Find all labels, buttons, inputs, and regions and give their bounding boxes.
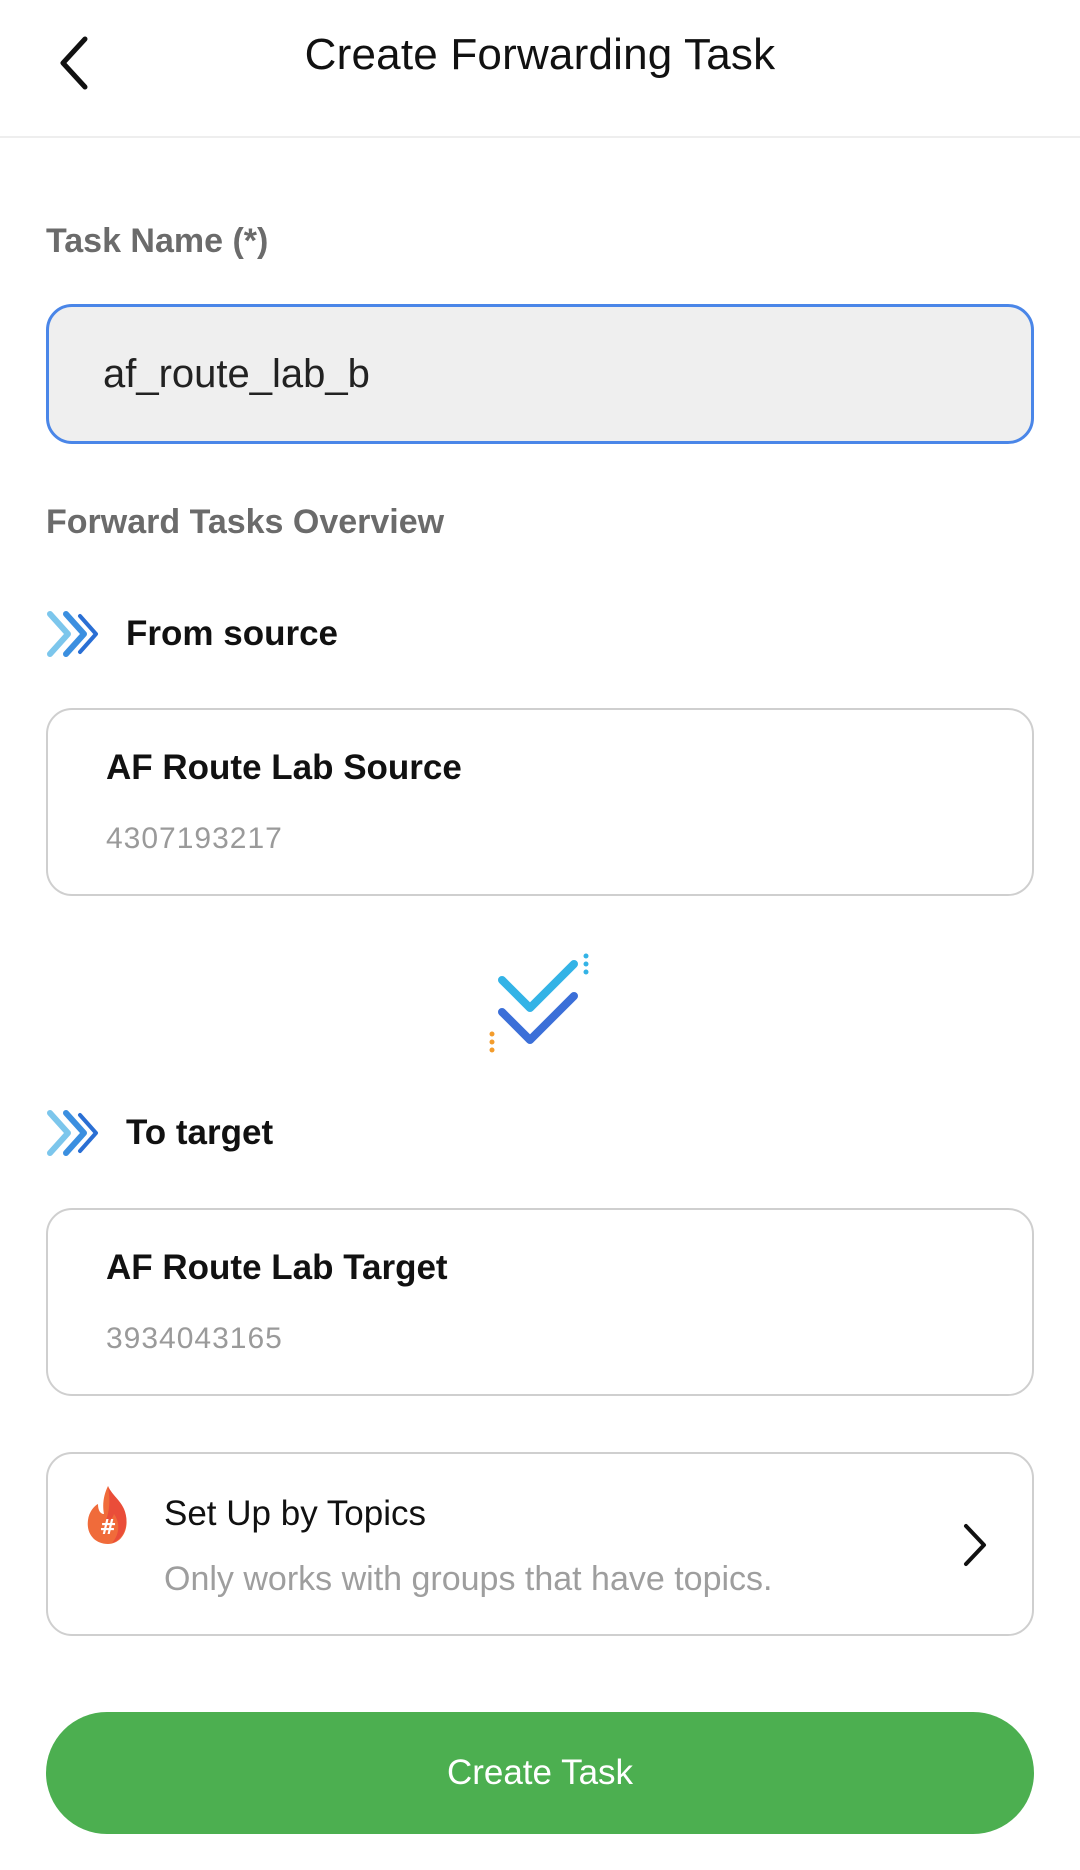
create-task-button[interactable]: Create Task: [46, 1712, 1034, 1834]
chevron-right-icon: [964, 1524, 986, 1566]
svg-text:#: #: [100, 1515, 117, 1539]
overview-label: Forward Tasks Overview: [46, 503, 445, 541]
fire-hashtag-icon: #: [87, 1486, 127, 1544]
setup-by-topics-card[interactable]: # Set Up by Topics Only works with group…: [46, 1452, 1034, 1636]
to-target-label: To target: [126, 1113, 274, 1152]
target-id: 3934043165: [106, 1322, 283, 1355]
double-chevron-right-icon: [47, 1110, 98, 1156]
source-name: AF Route Lab Source: [106, 748, 462, 787]
app-header: Create Forwarding Task: [0, 0, 1080, 138]
from-source-label: From source: [126, 614, 338, 653]
target-card[interactable]: AF Route Lab Target 3934043165: [46, 1208, 1034, 1396]
target-name: AF Route Lab Target: [106, 1248, 448, 1287]
double-chevron-right-icon: [47, 611, 98, 657]
topics-title: Set Up by Topics: [164, 1494, 426, 1533]
from-source-section: From source: [46, 604, 338, 664]
source-card[interactable]: AF Route Lab Source 4307193217: [46, 708, 1034, 896]
source-id: 4307193217: [106, 822, 283, 855]
topics-subtitle: Only works with groups that have topics.: [164, 1560, 773, 1598]
page-title: Create Forwarding Task: [304, 30, 776, 79]
to-target-section: To target: [46, 1103, 273, 1163]
task-name-label: Task Name (*): [46, 222, 269, 260]
forward-flow-icon: [489, 953, 589, 1053]
task-name-input[interactable]: [46, 304, 1034, 444]
